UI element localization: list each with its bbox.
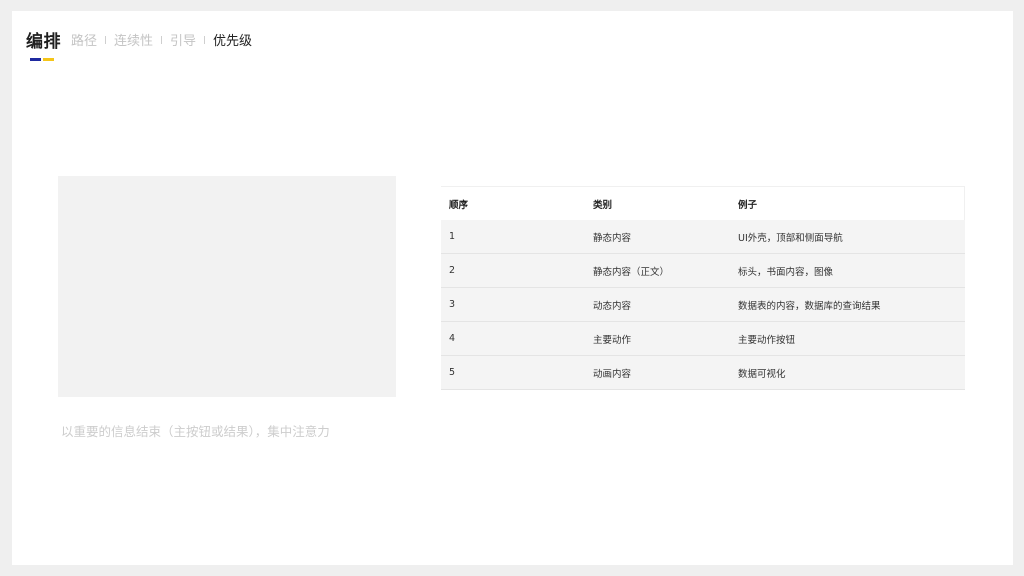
cell-order: 4 bbox=[449, 333, 456, 344]
column-header-category: 类别 bbox=[593, 199, 613, 211]
table-row: 2 静态内容（正文） 标头，书面内容，图像 bbox=[441, 254, 965, 288]
cell-example: UI外壳，顶部和侧面导航 bbox=[738, 232, 843, 244]
column-header-example: 例子 bbox=[738, 199, 758, 211]
title-accent-bar bbox=[30, 58, 54, 61]
nav-item-guidance[interactable]: 引导 bbox=[170, 30, 196, 49]
nav-divider bbox=[105, 35, 107, 44]
nav-divider bbox=[204, 35, 206, 44]
priority-table: 顺序 类别 例子 1 静态内容 UI外壳，顶部和侧面导航 2 静态内容（正文） … bbox=[441, 186, 965, 390]
table-row: 3 动态内容 数据表的内容，数据库的查询结果 bbox=[441, 288, 965, 322]
nav-item-path[interactable]: 路径 bbox=[71, 30, 97, 49]
cell-category: 静态内容（正文） bbox=[593, 266, 670, 278]
table-row: 5 动画内容 数据可视化 bbox=[441, 356, 965, 390]
slide-canvas: 编排 路径 连续性 引导 优先级 以重要的信息结束（主按钮或结果），集中注意力 … bbox=[12, 11, 1013, 565]
nav-divider bbox=[161, 35, 163, 44]
accent-blue-segment bbox=[30, 58, 41, 61]
section-nav: 编排 路径 连续性 引导 优先级 bbox=[26, 27, 252, 52]
table-row: 1 静态内容 UI外壳，顶部和侧面导航 bbox=[441, 220, 965, 254]
page-title: 编排 bbox=[26, 32, 61, 52]
column-header-order: 顺序 bbox=[449, 199, 469, 211]
nav-item-priority[interactable]: 优先级 bbox=[213, 30, 252, 49]
accent-yellow-segment bbox=[43, 58, 54, 61]
caption-text: 以重要的信息结束（主按钮或结果），集中注意力 bbox=[61, 424, 330, 439]
cell-order: 1 bbox=[449, 231, 456, 242]
cell-order: 3 bbox=[449, 299, 456, 310]
cell-example: 数据可视化 bbox=[738, 368, 786, 380]
cell-order: 5 bbox=[449, 367, 456, 378]
cell-example: 标头，书面内容，图像 bbox=[738, 266, 834, 278]
table-header-row: 顺序 类别 例子 bbox=[441, 186, 965, 220]
cell-example: 主要动作按钮 bbox=[738, 334, 796, 346]
cell-category: 动画内容 bbox=[593, 368, 632, 380]
cell-order: 2 bbox=[449, 265, 456, 276]
cell-category: 主要动作 bbox=[593, 334, 632, 346]
cell-category: 动态内容 bbox=[593, 300, 632, 312]
nav-item-continuity[interactable]: 连续性 bbox=[114, 30, 153, 49]
table-row: 4 主要动作 主要动作按钮 bbox=[441, 322, 965, 356]
image-placeholder bbox=[58, 176, 396, 397]
cell-example: 数据表的内容，数据库的查询结果 bbox=[738, 300, 881, 312]
cell-category: 静态内容 bbox=[593, 232, 632, 244]
